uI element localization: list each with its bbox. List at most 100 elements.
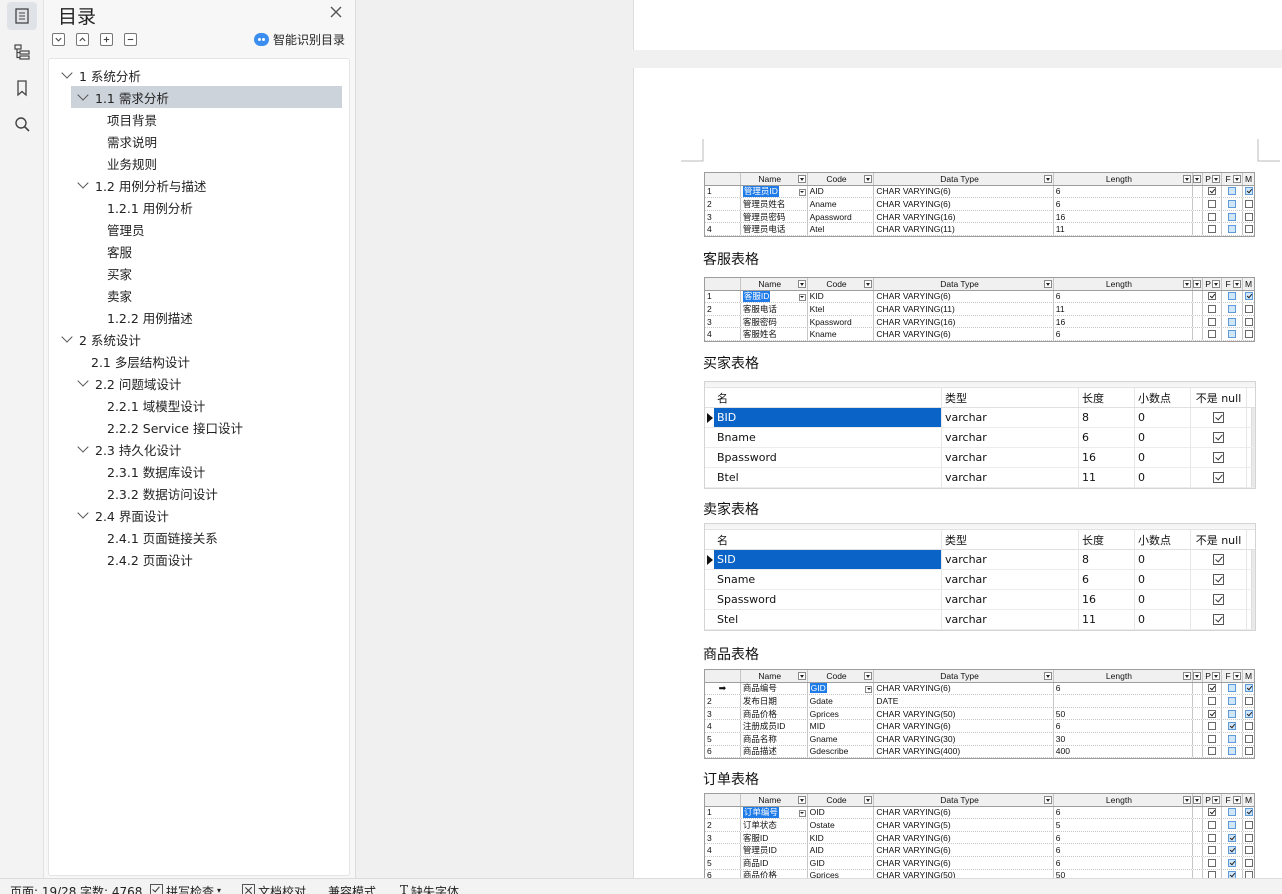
remove-level-button[interactable]	[124, 33, 137, 46]
filter-dropdown-icon[interactable]	[1212, 796, 1221, 804]
chevron-down-icon[interactable]	[77, 177, 89, 189]
primary-key-checkbox[interactable]	[1208, 734, 1217, 743]
foreign-key-checkbox[interactable]	[1228, 330, 1237, 339]
primary-key-checkbox[interactable]	[1208, 684, 1217, 693]
foreign-key-checkbox[interactable]	[1228, 199, 1237, 208]
toc-item[interactable]: 1.2.2 用例描述	[49, 306, 349, 328]
column-header[interactable]: Length	[1054, 794, 1194, 806]
chevron-down-icon[interactable]	[77, 375, 89, 387]
primary-key-checkbox[interactable]	[1208, 871, 1217, 878]
table-cell[interactable]: BID	[714, 408, 942, 427]
mandatory-checkbox[interactable]	[1244, 225, 1253, 234]
toc-item[interactable]: 管理员	[49, 218, 349, 240]
table-cell[interactable]: varchar	[942, 590, 1079, 609]
mandatory-checkbox[interactable]	[1244, 820, 1253, 829]
column-header[interactable]: 类型	[942, 388, 1079, 407]
toc-item[interactable]: 2.4.2 页面设计	[49, 548, 349, 570]
chevron-down-icon[interactable]	[77, 507, 89, 519]
filter-dropdown-icon[interactable]	[1233, 796, 1242, 804]
table-cell[interactable]: SID	[714, 550, 942, 569]
column-header[interactable]: P	[1203, 794, 1223, 806]
table-cell[interactable]: 8	[1079, 408, 1135, 427]
filter-dropdown-icon[interactable]	[1043, 175, 1052, 183]
not-null-checkbox[interactable]	[1213, 614, 1224, 625]
column-header[interactable]: P	[1203, 278, 1223, 290]
primary-key-checkbox[interactable]	[1208, 187, 1217, 196]
column-header[interactable]: Data Type	[874, 794, 1054, 806]
column-header[interactable]: 不是 null	[1191, 388, 1247, 407]
filter-dropdown-icon[interactable]	[1233, 672, 1242, 680]
foreign-key-checkbox[interactable]	[1228, 846, 1237, 855]
column-header[interactable]: 名	[714, 388, 942, 407]
filter-dropdown-icon[interactable]	[797, 280, 806, 288]
mandatory-checkbox[interactable]	[1244, 199, 1253, 208]
table-cell[interactable]: 0	[1135, 590, 1191, 609]
table-cell[interactable]: 0	[1135, 570, 1191, 589]
primary-key-checkbox[interactable]	[1208, 696, 1217, 705]
toc-item[interactable]: 2.2.2 Service 接口设计	[49, 416, 349, 438]
toc-item[interactable]: 1 系统分析	[49, 64, 349, 86]
nav-pane-button[interactable]	[7, 38, 37, 66]
table-cell[interactable]: 0	[1135, 610, 1191, 629]
column-header[interactable]: Length	[1054, 173, 1194, 185]
column-header[interactable]: Code	[808, 794, 875, 806]
column-header[interactable]: F	[1222, 794, 1244, 806]
mandatory-checkbox[interactable]	[1244, 846, 1253, 855]
mandatory-checkbox[interactable]	[1244, 871, 1253, 878]
scrollbar[interactable]	[1251, 468, 1255, 487]
collapse-all-button[interactable]	[52, 33, 65, 46]
scrollbar[interactable]	[1251, 408, 1255, 427]
foreign-key-checkbox[interactable]	[1228, 833, 1237, 842]
filter-dropdown-icon[interactable]	[864, 175, 873, 183]
table-cell[interactable]: Sname	[714, 570, 942, 589]
table-cell[interactable]: 16	[1079, 590, 1135, 609]
foreign-key-checkbox[interactable]	[1228, 292, 1237, 301]
column-header[interactable]: 名	[714, 530, 942, 549]
foreign-key-checkbox[interactable]	[1228, 734, 1237, 743]
column-header[interactable]: Data Type	[874, 278, 1054, 290]
foreign-key-checkbox[interactable]	[1228, 722, 1237, 731]
table-cell[interactable]: 8	[1079, 550, 1135, 569]
filter-dropdown-icon[interactable]	[1233, 280, 1242, 288]
table-row[interactable]: Spassword varchar 16 0	[705, 590, 1255, 610]
column-header[interactable]: P	[1203, 670, 1223, 682]
toc-item[interactable]: 2.1 多层结构设计	[49, 350, 349, 372]
cell-dropdown-icon[interactable]	[865, 685, 873, 693]
column-header[interactable]: 长度	[1079, 388, 1135, 407]
filter-dropdown-icon[interactable]	[1183, 672, 1192, 680]
mandatory-checkbox[interactable]	[1244, 709, 1253, 718]
column-header[interactable]: M	[1243, 173, 1254, 185]
not-null-checkbox[interactable]	[1213, 574, 1224, 585]
table-cell[interactable]	[1191, 610, 1247, 629]
compat-mode-button[interactable]: 兼容模式	[328, 879, 400, 894]
toc-item[interactable]: 卖家	[49, 284, 349, 306]
toc-item[interactable]: 业务规则	[49, 152, 349, 174]
table-cell[interactable]: Bpassword	[714, 448, 942, 467]
mandatory-checkbox[interactable]	[1244, 292, 1253, 301]
column-header[interactable]: Name	[741, 173, 808, 185]
column-header[interactable]: M	[1243, 670, 1254, 682]
primary-key-checkbox[interactable]	[1208, 709, 1217, 718]
table-cell[interactable]: varchar	[942, 408, 1079, 427]
column-header[interactable]: F	[1222, 173, 1244, 185]
scrollbar[interactable]	[1251, 428, 1255, 447]
table-cell[interactable]: 11	[1079, 610, 1135, 629]
primary-key-checkbox[interactable]	[1208, 858, 1217, 867]
mandatory-checkbox[interactable]	[1244, 833, 1253, 842]
filter-dropdown-icon[interactable]	[1193, 796, 1202, 804]
primary-key-checkbox[interactable]	[1208, 808, 1217, 817]
scrollbar[interactable]	[1251, 610, 1255, 629]
primary-key-checkbox[interactable]	[1208, 212, 1217, 221]
close-icon[interactable]	[329, 5, 343, 19]
foreign-key-checkbox[interactable]	[1228, 858, 1237, 867]
table-cell[interactable]: 0	[1135, 550, 1191, 569]
table-cell[interactable]: 0	[1135, 428, 1191, 447]
not-null-checkbox[interactable]	[1213, 412, 1224, 423]
scrollbar[interactable]	[1251, 570, 1255, 589]
primary-key-checkbox[interactable]	[1208, 820, 1217, 829]
chevron-down-icon[interactable]	[77, 441, 89, 453]
table-cell[interactable]	[1191, 448, 1247, 467]
foreign-key-checkbox[interactable]	[1228, 808, 1237, 817]
toc-item[interactable]: 2.3 持久化设计	[49, 438, 349, 460]
toc-item[interactable]: 2.3.2 数据访问设计	[49, 482, 349, 504]
